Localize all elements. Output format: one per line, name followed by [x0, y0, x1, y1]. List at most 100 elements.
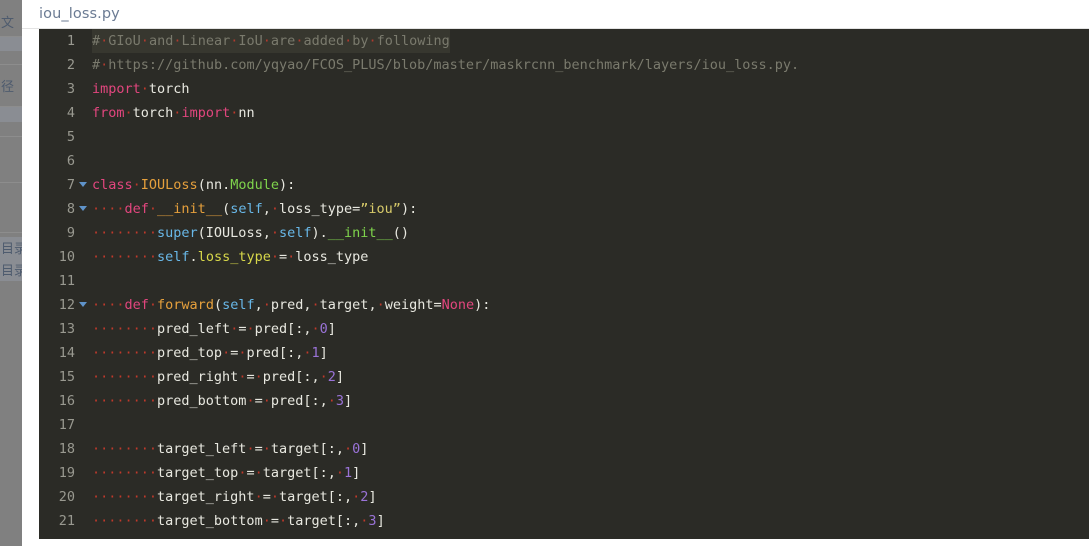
code-token: self [278, 225, 312, 241]
code-token: ”iou” [360, 201, 401, 217]
code-token: def [124, 297, 149, 313]
code-token: ········ [92, 489, 158, 505]
code-token: self [230, 201, 263, 217]
code-text[interactable]: ········target_right·=·target[:,·2] [91, 485, 1089, 509]
code-token: ] [319, 345, 328, 361]
code-token: () [392, 225, 410, 241]
code-token: pred[:, [270, 393, 328, 409]
code-text[interactable]: #·GIoU·and·Linear·IoU·are·added·by·follo… [91, 29, 1089, 53]
code-text[interactable]: ········pred_right·=·pred[:,·2] [91, 365, 1089, 389]
code-token: ] [376, 513, 385, 529]
code-editor[interactable]: 1 #·GIoU·and·Linear·IoU·are·added·by·foll… [39, 29, 1089, 539]
code-line[interactable]: 8 ····def·__init__(self,·loss_type=”iou”)… [39, 197, 1089, 221]
code-line[interactable]: 3 import·torch [39, 77, 1089, 101]
code-token: · [148, 297, 158, 313]
code-text[interactable]: import·torch [91, 77, 1089, 101]
line-number: 1 [66, 33, 75, 49]
code-token: # [92, 57, 101, 73]
code-token: __init__ [327, 225, 393, 241]
code-text[interactable]: #·https://github.com/yqyao/FCOS_PLUS/blo… [91, 53, 1089, 77]
code-line[interactable]: 14 ········pred_top·=·pred[:,·1] [39, 341, 1089, 365]
code-text[interactable]: ········self.loss_type·=·loss_type [91, 245, 1089, 269]
code-text[interactable] [91, 149, 1089, 173]
code-line[interactable]: 13 ········pred_left·=·pred[:,·0] [39, 317, 1089, 341]
code-text[interactable]: class·IOULoss(nn.Module): [91, 173, 1089, 197]
left-nav-rail[interactable]: 文径目录 目录 [0, 0, 22, 546]
code-token: = [278, 249, 288, 265]
code-line[interactable]: 16 ········pred_bottom·=·pred[:,·3] [39, 389, 1089, 413]
code-line[interactable]: 10 ········self.loss_type·=·loss_type [39, 245, 1089, 269]
code-token: (nn. [197, 177, 231, 193]
code-text[interactable]: ········pred_bottom·=·pred[:,·3] [91, 389, 1089, 413]
nav-item-jing[interactable]: 径 [0, 78, 22, 98]
code-token: and [148, 33, 174, 49]
code-token: · [262, 441, 271, 457]
code-token: target_left [157, 441, 247, 457]
code-text[interactable] [91, 125, 1089, 149]
code-line[interactable]: 11 [39, 269, 1089, 293]
nav-divider [0, 64, 22, 65]
code-line[interactable]: 12 ····def·forward(self,·pred,·target,·we… [39, 293, 1089, 317]
code-token: · [344, 441, 353, 457]
code-text[interactable]: from·torch·import·nn [91, 101, 1089, 125]
code-token: ] [352, 465, 361, 481]
code-line[interactable]: 2 #·https://github.com/yqyao/FCOS_PLUS/bl… [39, 53, 1089, 77]
chevron-down-icon[interactable] [75, 173, 91, 197]
code-line[interactable]: 1 #·GIoU·and·Linear·IoU·are·added·by·foll… [39, 29, 1089, 53]
code-token: · [335, 465, 345, 481]
nav-item-wen[interactable]: 文 [0, 14, 22, 34]
code-token: pred_right [157, 369, 239, 385]
code-line[interactable]: 19 ········target_top·=·target[:,·1] [39, 461, 1089, 485]
tab-iou-loss-py[interactable]: iou_loss.py [39, 6, 120, 22]
code-text[interactable]: ····def·__init__(self,·loss_type=”iou”): [91, 197, 1089, 221]
code-token: · [254, 465, 263, 481]
line-number: 20 [58, 489, 75, 505]
code-text[interactable]: ········target_top·=·target[:,·1] [91, 461, 1089, 485]
chevron-down-icon[interactable] [75, 293, 91, 317]
code-token: · [376, 297, 385, 313]
code-token: · [311, 297, 320, 313]
main-page: iou_loss.py 1 #·GIoU·and·Linear·IoU·are·a… [22, 0, 1089, 546]
code-text[interactable] [91, 413, 1089, 437]
code-token: ( [222, 201, 231, 217]
code-token: target_bottom [157, 513, 263, 529]
code-text[interactable] [91, 269, 1089, 293]
code-token: ········ [92, 441, 158, 457]
code-token: loss_type [295, 249, 369, 265]
code-token: from [92, 105, 125, 121]
code-text[interactable]: ····def·forward(self,·pred,·target,·weig… [91, 293, 1089, 317]
code-token: · [311, 321, 320, 337]
nav-item-mulu-2[interactable]: 目录 [0, 262, 22, 282]
code-lines[interactable]: 1 #·GIoU·and·Linear·IoU·are·added·by·foll… [39, 29, 1089, 533]
code-token: · [270, 225, 279, 241]
code-token: ········ [92, 249, 158, 265]
code-line[interactable]: 9 ········super(IOULoss,·self).__init__() [39, 221, 1089, 245]
line-number: 10 [58, 249, 75, 265]
line-number: 13 [58, 321, 75, 337]
code-token: ] [344, 393, 353, 409]
code-text[interactable]: ········target_left·=·target[:,·0] [91, 437, 1089, 461]
code-token: · [246, 441, 255, 457]
code-token: = [254, 393, 263, 409]
code-line[interactable]: 6 [39, 149, 1089, 173]
line-number: 19 [58, 465, 75, 481]
line-number: 2 [66, 57, 75, 73]
code-text[interactable]: ········pred_top·=·pred[:,·1] [91, 341, 1089, 365]
code-text[interactable]: ········super(IOULoss,·self).__init__() [91, 221, 1089, 245]
code-text[interactable]: ········target_bottom·=·target[:,·3] [91, 509, 1089, 533]
code-line[interactable]: 20 ········target_right·=·target[:,·2] [39, 485, 1089, 509]
nav-item-mulu-1[interactable]: 目录 [0, 240, 22, 260]
line-number: 11 [58, 273, 75, 289]
code-text[interactable]: ········pred_left·=·pred[:,·0] [91, 317, 1089, 341]
code-line[interactable]: 17 [39, 413, 1089, 437]
chevron-down-icon[interactable] [75, 197, 91, 221]
code-line[interactable]: 15 ········pred_right·=·pred[:,·2] [39, 365, 1089, 389]
line-number: 21 [58, 513, 75, 529]
line-number: 18 [58, 441, 75, 457]
code-line[interactable]: 4 from·torch·import·nn [39, 101, 1089, 125]
code-line[interactable]: 7 class·IOULoss(nn.Module): [39, 173, 1089, 197]
code-token: target_top [157, 465, 239, 481]
code-line[interactable]: 18 ········target_left·=·target[:,·0] [39, 437, 1089, 461]
code-line[interactable]: 5 [39, 125, 1089, 149]
code-line[interactable]: 21 ········target_bottom·=·target[:,·3] [39, 509, 1089, 533]
